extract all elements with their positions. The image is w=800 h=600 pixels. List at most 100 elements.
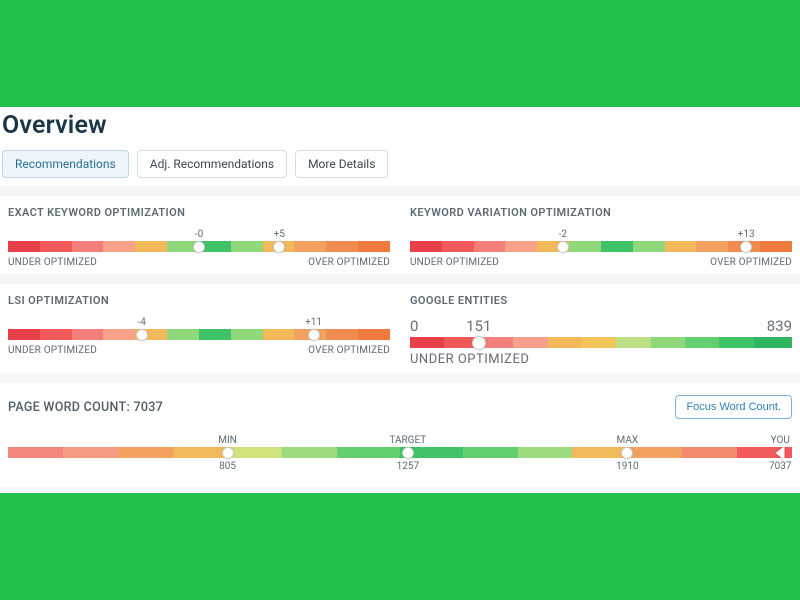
marker-label: -0 <box>195 229 203 240</box>
gauge-segment <box>358 241 390 252</box>
gauge-dot <box>308 329 320 341</box>
card-exact-keyword: EXACT KEYWORD OPTIMIZATION -0+5 UNDER OP… <box>8 206 390 268</box>
over-label: OVER OPTIMIZED <box>710 257 792 268</box>
you-marker <box>776 446 785 460</box>
card-lsi: LSI OPTIMIZATION -4 +11 UNDER OPTIMIZED O… <box>8 294 390 367</box>
marker-label: +11 <box>305 317 322 328</box>
gauge-dot <box>273 241 285 253</box>
under-label: UNDER OPTIMIZED <box>410 257 499 268</box>
gauge-segment <box>135 241 167 252</box>
marker-label: TARGET <box>389 435 426 446</box>
under-label: UNDER OPTIMIZED <box>8 345 97 356</box>
gauge-segment <box>294 241 326 252</box>
gauge-dot <box>222 447 234 459</box>
gauge-dot <box>472 336 486 350</box>
marker-row-bottom: 805125719107037 <box>8 461 792 473</box>
gauge-segment <box>616 337 650 348</box>
marker-row-top: MIN TARGET MAX YOU <box>8 435 792 447</box>
range-labels: UNDER OPTIMIZED OVER OPTIMIZED <box>410 257 792 268</box>
gauge-segment <box>40 329 72 340</box>
entities-end: 839 <box>767 317 792 335</box>
gauge-segment <box>518 447 573 458</box>
gauge-segment <box>337 447 400 458</box>
card-keyword-variation: KEYWORD VARIATION OPTIMIZATION -2+13 UND… <box>410 206 792 268</box>
over-label: OVER OPTIMIZED <box>308 257 390 268</box>
gauge-segment <box>505 241 537 252</box>
wc-head: PAGE WORD COUNT: 7037 Focus Word Count. <box>8 395 792 419</box>
gauge-segment <box>474 241 506 252</box>
overview-panel: Overview Recommendations Adj. Recommendat… <box>0 107 800 493</box>
card-title: KEYWORD VARIATION OPTIMIZATION <box>410 206 792 219</box>
gauge-segment <box>358 329 390 340</box>
entities-range-labels: 0 151 839 <box>410 317 792 335</box>
gauge-segment <box>199 329 231 340</box>
range-labels: UNDER OPTIMIZED OVER OPTIMIZED <box>8 345 390 356</box>
tab-adj-recommendations[interactable]: Adj. Recommendations <box>137 150 287 178</box>
gauge-segment <box>442 241 474 252</box>
marker-label: -4 <box>137 317 145 328</box>
gauge-segment <box>754 337 792 348</box>
gauge-segment <box>326 241 358 252</box>
marker-label: MIN <box>218 435 237 446</box>
gauge-dot <box>740 241 752 253</box>
gauge-segment <box>282 447 337 458</box>
gauge: -2+13 UNDER OPTIMIZED OVER OPTIMIZED <box>410 229 792 268</box>
gauge-segment <box>228 447 283 458</box>
gauge-segment <box>463 447 518 458</box>
wc-value: 7037 <box>133 400 163 415</box>
gauge-segment <box>627 447 682 458</box>
gauge-segment <box>569 241 601 252</box>
gauge-segment <box>651 337 685 348</box>
focus-word-count-button[interactable]: Focus Word Count. <box>675 395 792 419</box>
gauge-segment <box>410 241 442 252</box>
gauge-segment <box>601 241 633 252</box>
gauge-bar <box>8 447 792 458</box>
gauge-segment <box>173 447 228 458</box>
tabs: Recommendations Adj. Recommendations More … <box>0 150 800 186</box>
card-title: LSI OPTIMIZATION <box>8 294 390 307</box>
marker-label: -2 <box>559 229 567 240</box>
gauge-segment <box>103 329 135 340</box>
gauge: MINTARGETMAXYOU 805125719107037 <box>8 435 792 473</box>
gauge-segment <box>231 241 263 252</box>
gauge-segment <box>63 447 118 458</box>
gauge-dot <box>193 241 205 253</box>
gauge-segment <box>167 329 199 340</box>
gauge-segment <box>8 241 40 252</box>
tab-recommendations[interactable]: Recommendations <box>2 150 129 178</box>
card-title: GOOGLE ENTITIES <box>410 294 792 307</box>
gauge-segment <box>719 337 753 348</box>
marker-label: 7037 <box>769 461 791 472</box>
tab-more-details[interactable]: More Details <box>295 150 388 178</box>
gauge-segment <box>410 337 444 348</box>
marker-label: +5 <box>274 229 285 240</box>
gauge-dot <box>621 447 633 459</box>
gauge-segment <box>72 241 104 252</box>
gauge-bar <box>8 329 390 340</box>
row-2: LSI OPTIMIZATION -4 +11 UNDER OPTIMIZED O… <box>0 284 800 373</box>
marker-label: 1257 <box>397 461 419 472</box>
gauge: -0+5 UNDER OPTIMIZED OVER OPTIMIZED <box>8 229 390 268</box>
gauge-segment <box>231 329 263 340</box>
marker-row: -2+13 <box>410 229 792 241</box>
gauge-segment <box>8 447 63 458</box>
marker-label: MAX <box>617 435 639 446</box>
wc-title: PAGE WORD COUNT: 7037 <box>8 400 163 415</box>
card-word-count: PAGE WORD COUNT: 7037 Focus Word Count. … <box>0 383 800 487</box>
gauge-segment <box>582 337 616 348</box>
card-google-entities: GOOGLE ENTITIES 0 151 839 UNDER OPTIMIZE… <box>410 294 792 367</box>
gauge-segment <box>633 241 665 252</box>
gauge-segment <box>760 241 792 252</box>
gauge-segment <box>263 329 295 340</box>
gauge-segment <box>118 447 173 458</box>
marker-row: -4 +11 <box>8 317 390 329</box>
gauge-bar <box>410 337 792 348</box>
marker-label: YOU <box>771 435 790 446</box>
gauge-dot <box>402 447 414 459</box>
marker-label: 1910 <box>616 461 638 472</box>
gauge-segment <box>72 329 104 340</box>
card-title: EXACT KEYWORD OPTIMIZATION <box>8 206 390 219</box>
gauge-dot <box>557 241 569 253</box>
page-title: Overview <box>0 107 800 150</box>
gauge-segment <box>696 241 728 252</box>
